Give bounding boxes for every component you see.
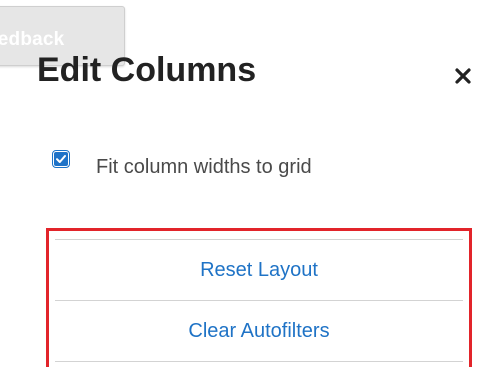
checkmark-icon (54, 152, 68, 166)
close-icon[interactable] (452, 65, 474, 87)
actions-highlight-box: Reset Layout Clear Autofilters (46, 228, 472, 367)
clear-autofilters-button[interactable]: Clear Autofilters (55, 300, 463, 362)
fit-columns-label: Fit column widths to grid (96, 155, 312, 178)
fit-columns-checkbox[interactable] (52, 150, 70, 168)
reset-layout-button[interactable]: Reset Layout (55, 239, 463, 301)
feedback-label: eedback (0, 29, 65, 50)
fit-columns-option[interactable]: Fit column widths to grid (52, 148, 312, 178)
dialog-title: Edit Columns (37, 51, 257, 89)
